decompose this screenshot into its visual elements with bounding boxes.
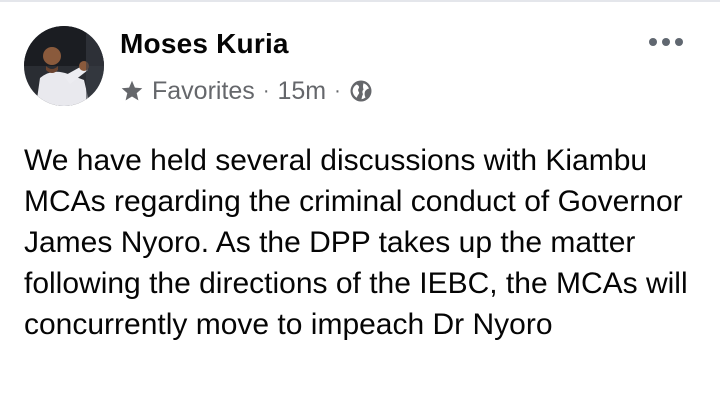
author-avatar[interactable] bbox=[24, 26, 104, 106]
meta-separator: · bbox=[334, 80, 341, 102]
facebook-post: Moses Kuria Favorites · 15m · We have he… bbox=[0, 0, 720, 410]
author-name[interactable]: Moses Kuria bbox=[120, 28, 289, 60]
more-options-button[interactable] bbox=[644, 30, 688, 54]
globe-icon[interactable] bbox=[349, 79, 373, 103]
more-options-icon bbox=[649, 38, 683, 46]
audience-label[interactable]: Favorites bbox=[152, 77, 255, 106]
post-body-text: We have held several discussions with Ki… bbox=[24, 144, 688, 341]
post-meta: Favorites · 15m · bbox=[120, 75, 373, 107]
star-icon bbox=[120, 79, 144, 103]
meta-separator: · bbox=[262, 80, 270, 102]
top-divider bbox=[0, 0, 720, 2]
post-timestamp[interactable]: 15m bbox=[277, 77, 326, 106]
